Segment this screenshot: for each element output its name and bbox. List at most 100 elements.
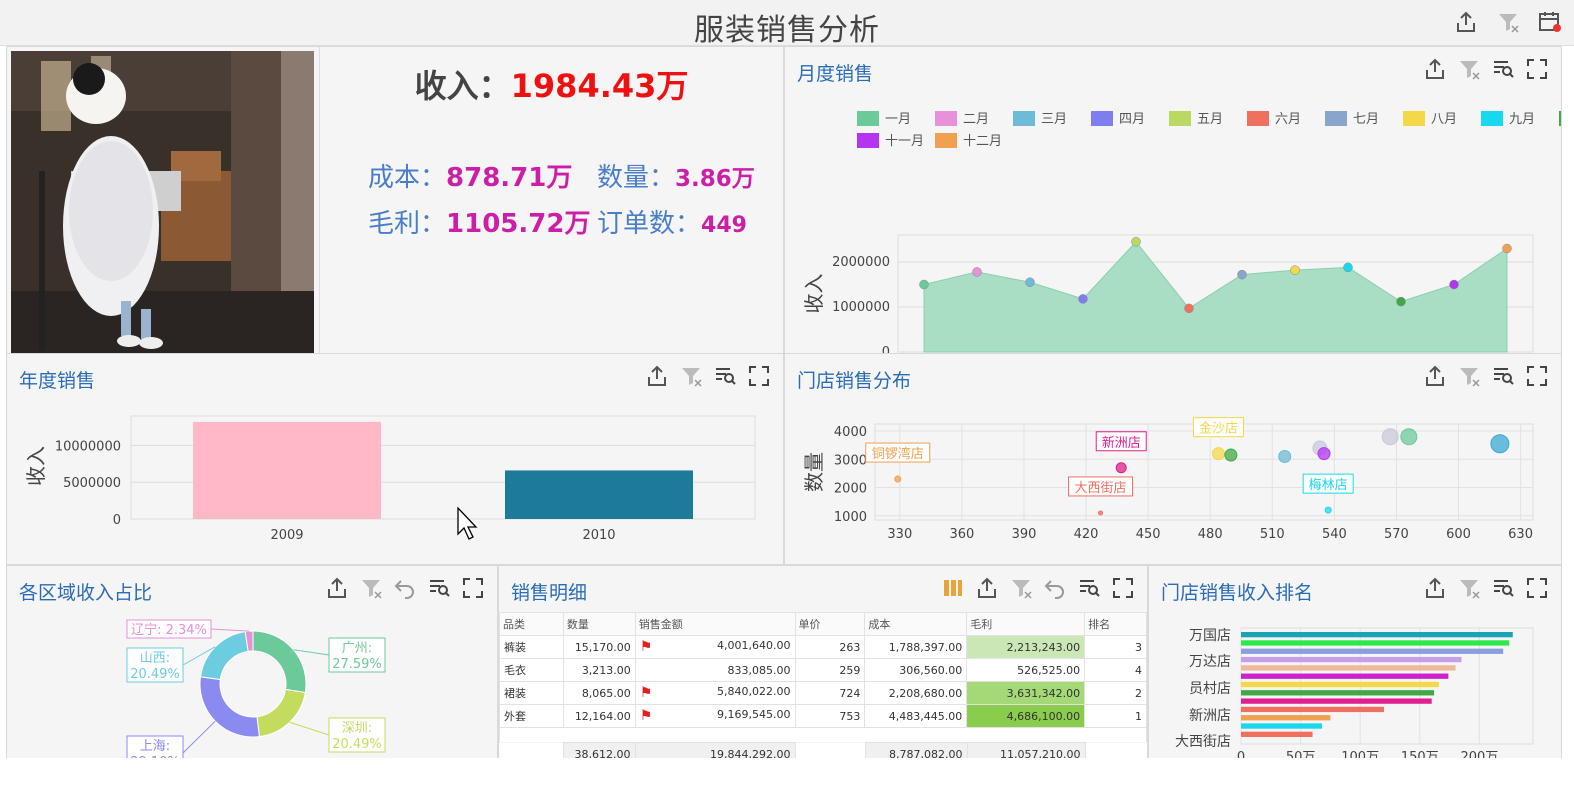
table-cell: 753 bbox=[794, 704, 866, 728]
plot-area bbox=[874, 423, 1534, 521]
data-point bbox=[972, 267, 982, 277]
income-label: 收入 bbox=[414, 67, 479, 105]
column-header[interactable]: 单价 bbox=[794, 612, 866, 636]
legend-swatch bbox=[1091, 111, 1113, 126]
x-tick-label: 390 bbox=[1012, 527, 1037, 542]
profit-value: 1105.72万 bbox=[446, 209, 591, 239]
legend-swatch bbox=[1169, 111, 1191, 126]
column-header[interactable]: 毛利 bbox=[966, 612, 1086, 636]
scatter-point bbox=[1115, 462, 1127, 474]
analysis-icon[interactable] bbox=[1491, 364, 1515, 388]
table-cell: 306,560.00 bbox=[864, 658, 968, 682]
column-header[interactable]: 成本 bbox=[864, 612, 968, 636]
table-row[interactable]: 外套 12,164.00 ⚑ 9,169,545.00 753 4,483,445.00 4… bbox=[499, 704, 1147, 728]
region-share-panel: 各区域收入占比 广州:27.59%深圳:20.49%上海:29.10%山西:20… bbox=[6, 565, 498, 790]
schedule-icon[interactable] bbox=[1538, 10, 1562, 34]
column-header[interactable]: 品类 bbox=[499, 612, 564, 636]
analysis-icon[interactable] bbox=[1491, 57, 1515, 81]
table-cell: 8,065.00 bbox=[562, 681, 636, 705]
legend-label: 四月 bbox=[1119, 112, 1145, 127]
slice-label: 27.59% bbox=[332, 657, 382, 672]
clear-filter-icon[interactable] bbox=[1457, 576, 1481, 600]
slice-label: 深圳: bbox=[342, 721, 372, 736]
export-icon[interactable] bbox=[325, 576, 349, 600]
export-icon[interactable] bbox=[1454, 10, 1478, 34]
fullscreen-icon[interactable] bbox=[1525, 576, 1549, 600]
y-tick-label: 10000000 bbox=[55, 439, 121, 454]
fullscreen-icon[interactable] bbox=[747, 364, 771, 388]
grid-icon[interactable] bbox=[941, 576, 965, 600]
table-cell: 3,631,342.00 bbox=[966, 681, 1086, 705]
income-kpi: 收入：1984.43万 bbox=[320, 61, 783, 107]
store-ranking-panel: 门店销售收入排名 050万100万150万200万万国店万达店员村店新洲店大西街… bbox=[1148, 565, 1562, 790]
y-tick-label: 1000000 bbox=[832, 300, 890, 315]
column-header[interactable]: 销售金额 bbox=[634, 612, 796, 636]
table-cell: 4,483,445.00 bbox=[864, 704, 968, 728]
fullscreen-icon[interactable] bbox=[461, 576, 485, 600]
analysis-icon[interactable] bbox=[1491, 576, 1515, 600]
table-cell: ⚑ 9,169,545.00 bbox=[634, 704, 796, 728]
table-row[interactable]: 裤装 15,170.00 ⚑ 4,001,640.00 263 1,788,397.00 2… bbox=[499, 635, 1147, 659]
bar bbox=[1241, 706, 1385, 713]
clear-filter-icon[interactable] bbox=[1457, 57, 1481, 81]
quantity-value: 3.86万 bbox=[675, 166, 755, 192]
fullscreen-icon[interactable] bbox=[1525, 57, 1549, 81]
orders-kpi: 订单数：449 bbox=[597, 203, 747, 240]
export-icon[interactable] bbox=[975, 576, 999, 600]
fullscreen-icon[interactable] bbox=[1525, 364, 1549, 388]
clear-filter-icon[interactable] bbox=[359, 576, 383, 600]
export-icon[interactable] bbox=[645, 364, 669, 388]
kpi-separator: ： bbox=[420, 163, 447, 193]
analysis-icon[interactable] bbox=[427, 576, 451, 600]
quantity-label: 数量 bbox=[597, 163, 650, 193]
sales-detail-panel: 销售明细 品类 数量 销售金额 单价 成本 毛利 排名 裤装 15,170.00 ⚑ 4,001,… bbox=[498, 565, 1148, 790]
undo-icon[interactable] bbox=[393, 576, 417, 600]
profit-kpi: 毛利：1105.72万 bbox=[368, 203, 590, 240]
dashboard-header: 服装销售分析 bbox=[0, 0, 1574, 48]
monthly-area-chart: 一月二月三月四月五月六月七月八月九月十月十一月十二月01000000200000… bbox=[802, 111, 1561, 353]
data-point bbox=[919, 279, 929, 290]
export-icon[interactable] bbox=[1423, 576, 1447, 600]
y-tick-label: 1000 bbox=[834, 510, 867, 525]
x-tick-label: 630 bbox=[1508, 527, 1533, 542]
data-point bbox=[1343, 262, 1353, 273]
donut-slice bbox=[199, 631, 249, 681]
clear-filter-icon[interactable] bbox=[1457, 364, 1481, 388]
column-header[interactable]: 数量 bbox=[562, 612, 636, 636]
bar bbox=[1241, 673, 1449, 679]
export-icon[interactable] bbox=[1423, 364, 1447, 388]
y-tick-label: 5000000 bbox=[63, 476, 121, 491]
x-tick-label: 540 bbox=[1322, 527, 1347, 542]
category-label: 员村店 bbox=[1189, 681, 1231, 697]
bar bbox=[1241, 698, 1432, 704]
fullscreen-icon[interactable] bbox=[1111, 576, 1135, 600]
table-row[interactable]: 裙装 8,065.00 ⚑ 5,840,022.00 724 2,208,680.00 3,… bbox=[499, 681, 1147, 705]
clear-filter-icon[interactable] bbox=[1009, 576, 1033, 600]
clear-filter-icon[interactable] bbox=[1496, 10, 1520, 34]
scatter-point bbox=[1211, 447, 1225, 461]
x-tick-label: 2010 bbox=[582, 528, 615, 543]
undo-icon[interactable] bbox=[1043, 576, 1067, 600]
column-header[interactable]: 排名 bbox=[1084, 612, 1147, 636]
analysis-icon[interactable] bbox=[1077, 576, 1101, 600]
panel-title: 门店销售收入排名 bbox=[1161, 582, 1314, 604]
y-tick-label: 4000 bbox=[834, 425, 867, 440]
red-flag-icon: ⚑ bbox=[639, 685, 653, 701]
x-tick-label: 570 bbox=[1384, 527, 1409, 542]
table-cell: 263 bbox=[794, 635, 866, 659]
legend-label: 九月 bbox=[1509, 112, 1535, 127]
table-row[interactable]: 毛衣 3,213.00 833,085.00 259 306,560.00 526,525… bbox=[499, 658, 1147, 682]
panel-title: 各区域收入占比 bbox=[19, 582, 153, 604]
bar bbox=[193, 421, 381, 519]
leader-line bbox=[210, 628, 250, 632]
table-cell: 2 bbox=[1084, 681, 1147, 705]
legend-label: 十二月 bbox=[963, 134, 1002, 149]
leader-line bbox=[293, 649, 330, 656]
export-icon[interactable] bbox=[1423, 57, 1447, 81]
bar bbox=[1241, 731, 1313, 737]
leader-line bbox=[289, 721, 330, 736]
slice-label: 20.49% bbox=[332, 737, 382, 752]
legend-swatch bbox=[1403, 111, 1425, 126]
clear-filter-icon[interactable] bbox=[679, 364, 703, 388]
analysis-icon[interactable] bbox=[713, 364, 737, 388]
